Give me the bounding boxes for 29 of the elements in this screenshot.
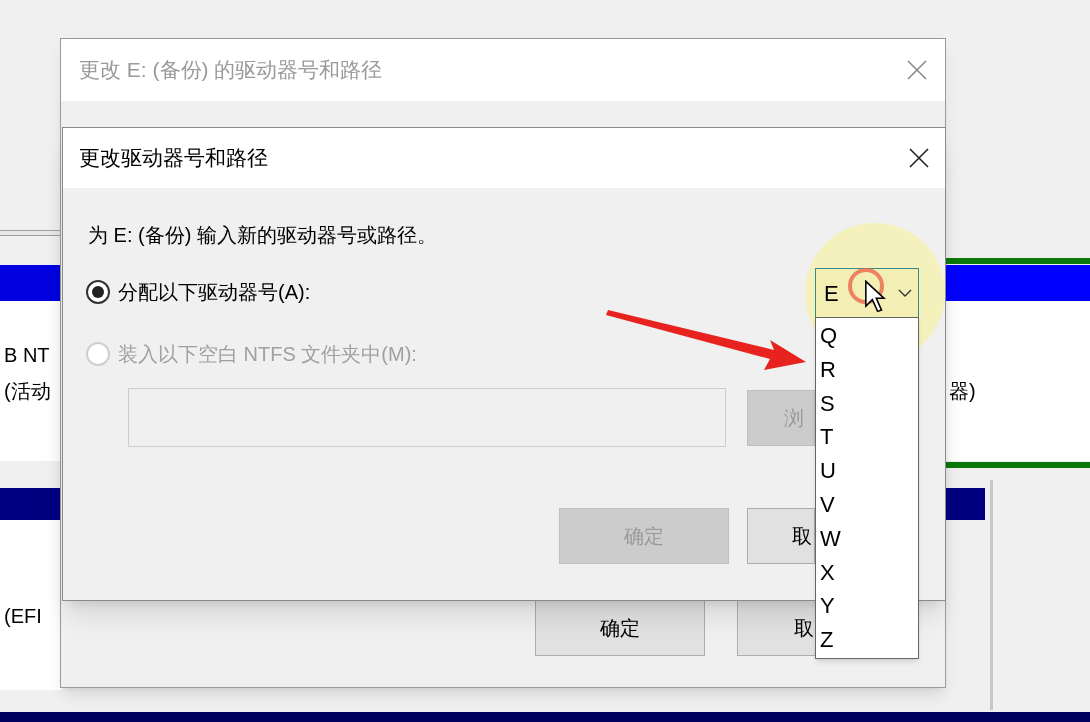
- volume-label: B NT: [4, 345, 50, 365]
- dropdown-option[interactable]: V: [816, 488, 918, 522]
- dropdown-option[interactable]: T: [816, 420, 918, 455]
- volume-label: 器): [949, 381, 976, 401]
- volume-label: (EFI: [4, 606, 42, 626]
- dropdown-option[interactable]: R: [816, 352, 918, 387]
- window-title: 更改驱动器号和路径: [79, 145, 268, 172]
- volume-header-bar: [945, 488, 985, 520]
- dropdown-option[interactable]: X: [816, 555, 918, 590]
- cancel-button[interactable]: 取: [747, 508, 815, 564]
- dropdown-option[interactable]: W: [816, 521, 918, 556]
- cursor-icon: [864, 280, 886, 314]
- dropdown-option[interactable]: Z: [816, 623, 918, 657]
- prompt-text: 为 E: (备份) 输入新的驱动器号或路径。: [88, 225, 437, 245]
- radio-label: 分配以下驱动器号(A):: [118, 282, 311, 302]
- radio-label: 装入以下空白 NTFS 文件夹中(M):: [118, 344, 417, 364]
- close-icon[interactable]: [909, 148, 929, 168]
- chevron-down-icon: [898, 289, 912, 297]
- dropdown-value: E: [824, 279, 839, 308]
- volume-header-bar: [0, 265, 62, 301]
- cancel-button[interactable]: 取: [737, 600, 817, 656]
- window-title: 更改 E: (备份) 的驱动器号和路径: [79, 57, 383, 84]
- volume-label: (活动: [4, 381, 51, 401]
- dropdown-option[interactable]: S: [816, 386, 918, 421]
- dropdown-option[interactable]: Q: [816, 319, 918, 353]
- volume-header-bar: [0, 488, 62, 520]
- dropdown-option[interactable]: Y: [816, 589, 918, 624]
- dropdown-option[interactable]: U: [816, 454, 918, 488]
- ok-button[interactable]: 确定: [535, 600, 705, 656]
